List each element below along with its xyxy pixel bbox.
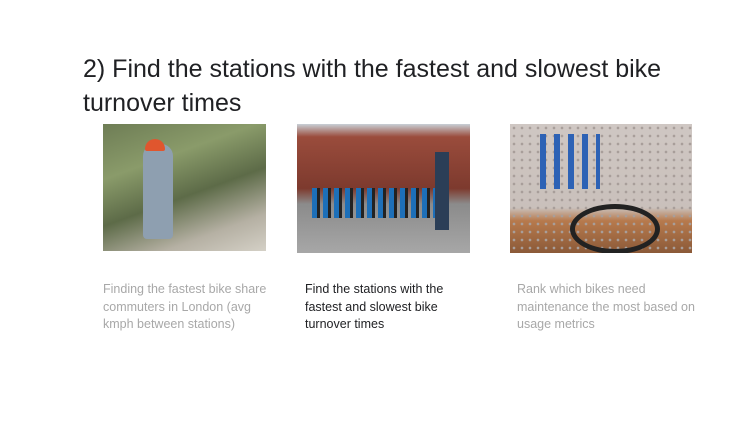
option-caption-1: Finding the fastest bike share commuters… bbox=[103, 282, 267, 331]
docking-station-image bbox=[297, 124, 470, 253]
repair-tools-image bbox=[510, 124, 692, 253]
rider-shape bbox=[143, 144, 173, 239]
hanging-tools bbox=[540, 134, 600, 189]
cable-coil bbox=[570, 204, 660, 253]
kiosk bbox=[435, 152, 449, 230]
helmet-shape bbox=[145, 139, 165, 151]
cyclists-image bbox=[103, 124, 266, 251]
option-caption-3: Rank which bikes need maintenance the mo… bbox=[517, 282, 695, 331]
option-caption-2: Find the stations with the fastest and s… bbox=[305, 282, 444, 331]
slide-title: 2) Find the stations with the fastest an… bbox=[83, 55, 662, 117]
docked-bikes bbox=[312, 188, 435, 218]
